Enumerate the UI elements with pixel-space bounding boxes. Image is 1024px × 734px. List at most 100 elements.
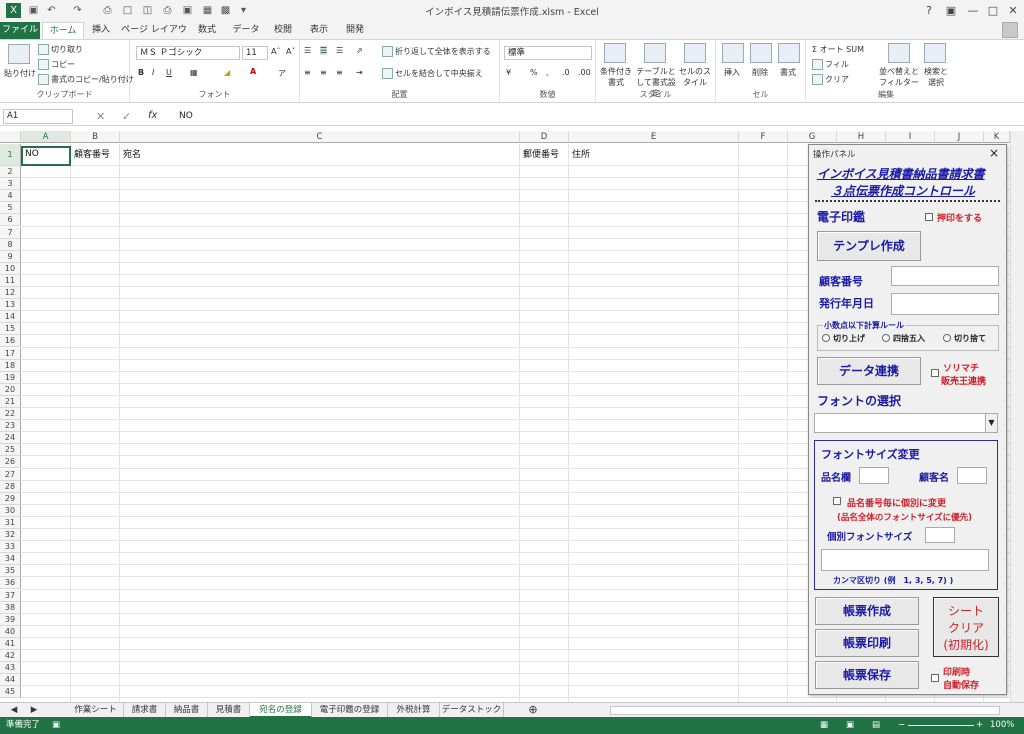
row-header[interactable]: 37 xyxy=(0,589,21,602)
column-header-d[interactable]: D xyxy=(520,131,569,143)
row-header[interactable]: 14 xyxy=(0,311,21,324)
fill-button[interactable]: フィル xyxy=(812,59,849,70)
make-form-button[interactable]: 帳票作成 xyxy=(815,597,919,625)
zoom-out-icon[interactable]: − xyxy=(898,717,905,734)
row-header[interactable]: 38 xyxy=(0,601,21,614)
normal-view-icon[interactable]: ▦ xyxy=(820,717,828,734)
row-header[interactable]: 9 xyxy=(0,250,21,263)
row-header[interactable]: 40 xyxy=(0,625,21,638)
row-header[interactable]: 3 xyxy=(0,178,21,191)
row-header[interactable]: 44 xyxy=(0,674,21,687)
tab-formulas[interactable]: 数式 xyxy=(192,22,222,39)
row-header[interactable]: 24 xyxy=(0,432,21,445)
next-sheet-icon[interactable]: ▶ xyxy=(26,703,42,718)
item-numbers-input[interactable] xyxy=(821,549,989,571)
tab-developer[interactable]: 開発 xyxy=(340,22,370,39)
cell-d1[interactable]: 郵便番号 xyxy=(521,149,559,161)
comma-button[interactable]: , xyxy=(546,68,549,77)
row-header[interactable]: 29 xyxy=(0,492,21,505)
row-header[interactable]: 4 xyxy=(0,190,21,203)
row-header[interactable]: 33 xyxy=(0,541,21,554)
round-half-radio[interactable] xyxy=(882,334,890,342)
tab-data[interactable]: データ xyxy=(228,22,264,39)
row-header[interactable]: 34 xyxy=(0,553,21,566)
insert-function-icon[interactable]: fx xyxy=(148,110,157,121)
autosave-checkbox[interactable] xyxy=(931,674,939,682)
zoom-in-icon[interactable]: + xyxy=(976,717,983,734)
row-header[interactable]: 12 xyxy=(0,287,21,300)
insert-cells-button[interactable]: 挿入 xyxy=(724,67,740,78)
format-painter-button[interactable]: 書式のコピー/貼り付け xyxy=(38,74,134,85)
individual-size-input[interactable] xyxy=(925,527,955,543)
select-all-corner[interactable] xyxy=(0,131,21,143)
row-header[interactable]: 36 xyxy=(0,577,21,590)
maximize-button[interactable]: □ xyxy=(982,2,1004,19)
column-header-k[interactable]: K xyxy=(984,131,1010,143)
increase-decimal-icon[interactable]: .0 xyxy=(562,68,570,77)
column-header-a[interactable]: A xyxy=(21,131,71,143)
align-top-icon[interactable]: ☰ xyxy=(304,46,311,55)
zoom-slider[interactable] xyxy=(908,725,974,726)
row-header[interactable]: 2 xyxy=(0,166,21,179)
sheet-tab-stamp[interactable]: 電子印鑑の登録 xyxy=(312,703,388,718)
sheet-tab-delivery[interactable]: 納品書 xyxy=(166,703,208,718)
sheet-tab-tax[interactable]: 外税計算 xyxy=(388,703,440,718)
fill-color-icon[interactable]: ◢ xyxy=(224,68,230,77)
column-header-j[interactable]: J xyxy=(935,131,984,143)
row-header[interactable]: 28 xyxy=(0,480,21,493)
row-header[interactable]: 1 xyxy=(0,144,21,166)
conditional-format-button[interactable]: 条件付き書式 xyxy=(598,66,634,88)
template-button[interactable]: テンプレ作成 xyxy=(817,231,921,261)
tab-view[interactable]: 表示 xyxy=(304,22,334,39)
row-header[interactable]: 23 xyxy=(0,420,21,433)
orientation-icon[interactable]: ⇗ xyxy=(356,46,363,55)
italic-button[interactable]: I xyxy=(152,68,154,77)
paste-icon[interactable] xyxy=(8,44,30,64)
row-header[interactable]: 32 xyxy=(0,529,21,542)
cell-styles-button[interactable]: セルのスタイル xyxy=(678,66,712,88)
tab-file[interactable]: ファイル xyxy=(0,22,40,39)
align-right-icon[interactable]: ≡ xyxy=(336,68,343,77)
row-header[interactable]: 18 xyxy=(0,359,21,372)
row-header[interactable]: 30 xyxy=(0,504,21,517)
column-header-f[interactable]: F xyxy=(739,131,788,143)
column-header-g[interactable]: G xyxy=(788,131,837,143)
row-header[interactable]: 5 xyxy=(0,202,21,215)
border-icon[interactable]: ▦ xyxy=(190,68,198,77)
decrease-decimal-icon[interactable]: .00 xyxy=(578,68,591,77)
sheet-tab-invoice[interactable]: 請求書 xyxy=(124,703,166,718)
row-header[interactable]: 27 xyxy=(0,468,21,481)
column-header-h[interactable]: H xyxy=(837,131,886,143)
font-color-icon[interactable]: A xyxy=(250,67,256,76)
column-header-b[interactable]: B xyxy=(71,131,120,143)
sheet-tab-work[interactable]: 作業シート xyxy=(68,703,124,718)
help-icon[interactable]: ? xyxy=(918,2,940,19)
row-header[interactable]: 13 xyxy=(0,299,21,312)
clear-button[interactable]: クリア xyxy=(812,74,849,85)
formula-input[interactable]: NO xyxy=(176,109,1008,124)
row-header[interactable]: 10 xyxy=(0,262,21,275)
cell-b1[interactable]: 顧客番号 xyxy=(72,149,110,161)
add-sheet-icon[interactable]: ⊕ xyxy=(524,703,542,718)
row-header[interactable]: 15 xyxy=(0,323,21,336)
tab-home[interactable]: ホーム xyxy=(42,22,84,39)
row-header[interactable]: 42 xyxy=(0,650,21,663)
column-header-i[interactable]: I xyxy=(886,131,935,143)
underline-button[interactable]: U xyxy=(166,68,172,77)
sheet-tab-estimate[interactable]: 見積書 xyxy=(208,703,250,718)
increase-font-icon[interactable]: Aˆ xyxy=(271,47,280,56)
item-name-size-input[interactable] xyxy=(859,467,889,484)
find-select-button[interactable]: 検索と選択 xyxy=(922,66,950,88)
name-box[interactable]: A1 xyxy=(3,109,73,124)
currency-icon[interactable]: ¥ xyxy=(506,68,511,77)
align-middle-icon[interactable]: ☰ xyxy=(320,46,328,55)
enter-icon[interactable]: ✓ xyxy=(122,110,131,123)
customer-no-input[interactable] xyxy=(891,266,999,286)
row-header[interactable]: 7 xyxy=(0,226,21,239)
copy-button[interactable]: コピー xyxy=(38,59,75,70)
row-header[interactable]: 6 xyxy=(0,214,21,227)
font-name-dropdown[interactable]: ＭＳ Ｐゴシック xyxy=(136,46,240,60)
save-form-button[interactable]: 帳票保存 xyxy=(815,661,919,689)
font-size-dropdown[interactable]: 11 xyxy=(242,46,268,60)
sheet-tab-datastock[interactable]: データストック xyxy=(440,703,504,718)
